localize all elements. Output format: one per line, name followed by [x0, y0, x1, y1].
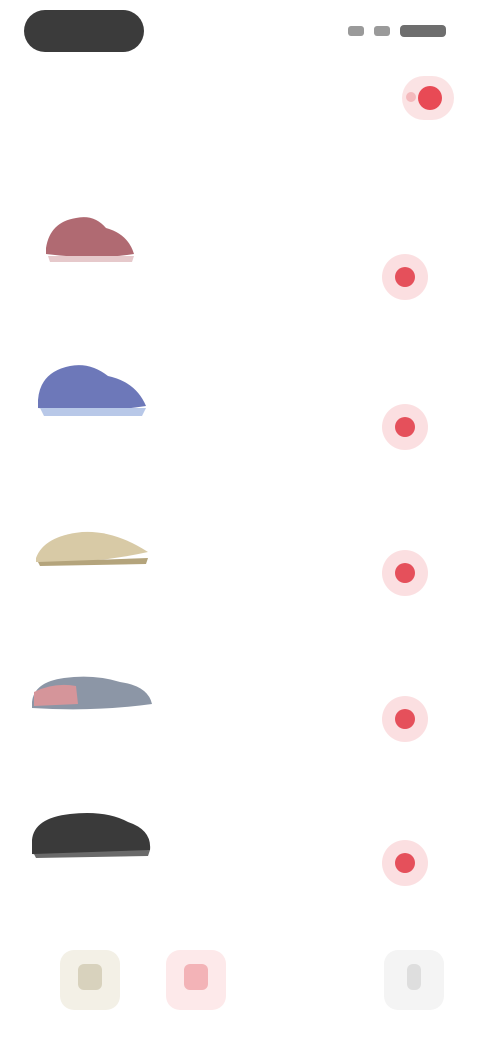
product-card[interactable]	[0, 300, 480, 450]
add-to-cart-button[interactable]	[382, 550, 428, 596]
bottom-nav	[0, 940, 480, 1040]
add-to-cart-button[interactable]	[382, 254, 428, 300]
back-button[interactable]	[24, 10, 144, 52]
product-image[interactable]	[24, 756, 160, 866]
nav-orders[interactable]	[166, 950, 226, 1010]
battery-icon	[400, 25, 446, 37]
product-card[interactable]	[0, 882, 480, 930]
shoe-image	[38, 365, 146, 416]
orders-icon	[184, 964, 208, 990]
shoe-image	[32, 676, 152, 710]
product-image[interactable]	[24, 466, 160, 576]
status-bar	[0, 0, 480, 64]
product-card[interactable]	[0, 736, 480, 886]
product-list	[0, 150, 480, 930]
product-image[interactable]	[24, 320, 160, 430]
shoe-image	[32, 813, 151, 858]
product-image[interactable]	[24, 612, 160, 722]
nav-home[interactable]	[60, 950, 120, 1010]
cart-handle	[406, 92, 416, 102]
add-to-cart-button[interactable]	[382, 404, 428, 450]
signal-icon	[348, 26, 364, 36]
shoe-image	[46, 217, 134, 262]
product-card[interactable]	[0, 446, 480, 596]
product-card[interactable]	[0, 150, 480, 300]
add-to-cart-button[interactable]	[382, 840, 428, 886]
product-card[interactable]	[0, 592, 480, 742]
header	[0, 70, 480, 130]
product-image[interactable]	[24, 902, 160, 930]
wifi-icon	[374, 26, 390, 36]
product-image[interactable]	[24, 170, 160, 280]
plus-icon	[395, 853, 415, 873]
cart-button[interactable]	[402, 76, 454, 120]
status-indicators	[348, 24, 446, 38]
shoe-image	[24, 902, 160, 930]
plus-icon	[395, 417, 415, 437]
plus-icon	[395, 709, 415, 729]
plus-icon	[395, 267, 415, 287]
shoe-image	[36, 531, 148, 566]
nav-profile[interactable]	[384, 950, 444, 1010]
profile-icon	[407, 964, 421, 990]
cart-icon	[418, 86, 442, 110]
plus-icon	[395, 563, 415, 583]
home-icon	[78, 964, 102, 990]
